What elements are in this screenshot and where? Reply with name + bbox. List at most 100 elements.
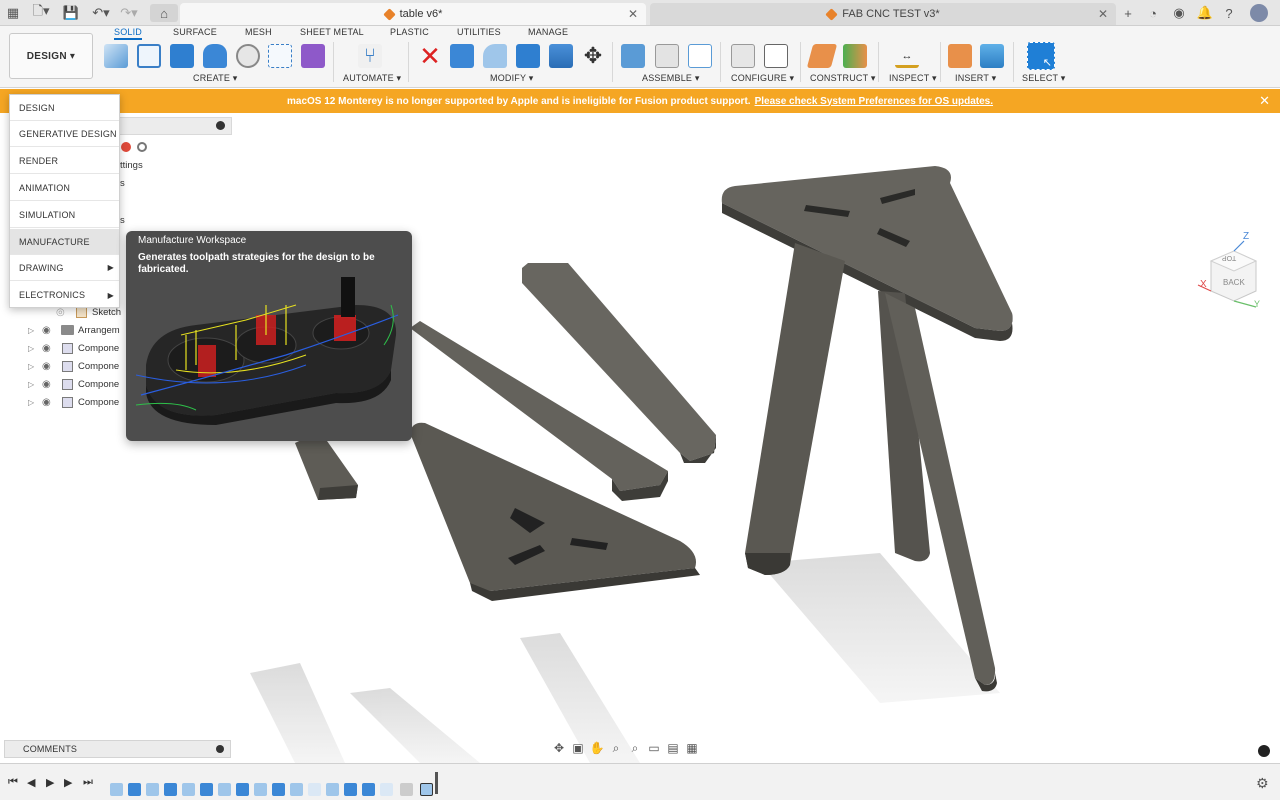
tab-solid[interactable]: SOLID (114, 27, 143, 40)
inspect-menu[interactable]: INSPECT ▾ (889, 73, 937, 84)
workspace-design[interactable]: DESIGN (10, 95, 119, 121)
move-icon[interactable]: ✥ (581, 44, 605, 68)
job-status-icon[interactable]: ◉ (1172, 4, 1186, 22)
extensions-icon[interactable]: ◔ (1146, 4, 1160, 22)
timeline-extrude-icon[interactable] (200, 783, 213, 796)
workspace-simulation[interactable]: SIMULATION (10, 202, 119, 228)
table-leg-left[interactable] (295, 431, 358, 500)
timeline-play-icon[interactable]: ▶ (46, 776, 54, 789)
help-icon[interactable]: ? (1222, 4, 1236, 22)
workspace-switcher-button[interactable]: DESIGN ▾ (9, 33, 93, 79)
timeline-next-icon[interactable]: ▶ (64, 776, 72, 789)
close-tab-icon[interactable]: ✕ (1098, 7, 1108, 21)
tab-table-v6[interactable]: table v6* ✕ (180, 3, 646, 25)
timeline-settings-icon[interactable]: ⚙ (1256, 775, 1269, 792)
workspace-manufacture[interactable]: MANUFACTURE (10, 229, 119, 255)
workspace-electronics[interactable]: ELECTRONICS ▶ (10, 282, 119, 308)
avatar[interactable] (1250, 4, 1268, 22)
timeline-prev-icon[interactable]: ◀ (27, 776, 35, 789)
app-grid-icon[interactable]: ▦ (6, 4, 20, 22)
construct-menu[interactable]: CONSTRUCT ▾ (810, 73, 876, 84)
timeline-sketch-icon[interactable] (218, 783, 231, 796)
expand-arrow-icon[interactable]: ▷ (28, 362, 42, 371)
close-banner-icon[interactable]: ✕ (1259, 93, 1270, 109)
home-icon[interactable]: ⌂ (150, 4, 178, 22)
table-leg-standing-left[interactable] (745, 243, 845, 575)
grid-settings-icon[interactable]: ▤ (665, 741, 681, 755)
timeline-extrude-icon[interactable] (128, 783, 141, 796)
browser-row-component[interactable]: ▷ ◉ Compone (28, 339, 119, 357)
visibility-eye-icon[interactable]: ◉ (42, 343, 58, 354)
visibility-eye-icon[interactable]: ◉ (42, 379, 58, 390)
fit-icon[interactable]: ⌕ (627, 741, 643, 755)
create-sketch-icon[interactable] (137, 44, 161, 68)
timeline-last-icon[interactable]: ⏭ (83, 776, 93, 789)
expand-arrow-icon[interactable]: ▷ (28, 326, 42, 335)
bill-of-materials-icon[interactable] (688, 44, 712, 68)
workspace-drawing[interactable]: DRAWING ▶ (10, 255, 119, 281)
timeline-extrude-icon[interactable] (362, 783, 375, 796)
timeline-sketch-icon[interactable] (110, 783, 123, 796)
pattern-icon[interactable] (268, 44, 292, 68)
visibility-eye-icon[interactable]: ◉ (42, 361, 58, 372)
view-cube[interactable]: Z X Y TOP BACK (1196, 231, 1266, 313)
tab-plastic[interactable]: PLASTIC (390, 27, 429, 37)
expand-arrow-icon[interactable]: ▷ (28, 398, 42, 407)
sketch-icon[interactable] (104, 44, 128, 68)
form-icon[interactable] (301, 44, 325, 68)
revolve-icon[interactable] (203, 44, 227, 68)
timeline-sketch-icon[interactable] (146, 783, 159, 796)
pan-icon[interactable]: ✋ (589, 741, 605, 755)
browser-panel-header[interactable] (110, 117, 232, 135)
expand-arrow-icon[interactable]: ▷ (28, 380, 42, 389)
measure-icon[interactable]: ↔ (895, 44, 919, 68)
press-pull-icon[interactable] (450, 44, 474, 68)
radio-icon[interactable] (137, 142, 147, 152)
undo-icon[interactable]: ↶▾ (90, 4, 112, 22)
zoom-icon[interactable]: ⌕ (608, 741, 624, 755)
assemble-menu[interactable]: ASSEMBLE ▾ (642, 73, 700, 84)
configure-icon[interactable] (731, 44, 755, 68)
chamfer-icon[interactable] (516, 44, 540, 68)
timeline-marker[interactable] (435, 772, 438, 794)
fillet-icon[interactable] (483, 44, 507, 68)
browser-row-component[interactable]: ▷ ◉ Compone (28, 357, 119, 375)
offset-plane-icon[interactable] (806, 44, 838, 68)
delete-icon[interactable]: ✕ (418, 43, 442, 69)
tab-sheet-metal[interactable]: SHEET METAL (300, 27, 364, 37)
look-at-icon[interactable]: ▣ (570, 741, 586, 755)
triangle-panel-lower[interactable] (410, 422, 700, 601)
tab-fab-cnc-test[interactable]: FAB CNC TEST v3* ✕ (650, 3, 1116, 25)
automate-icon[interactable]: ⑂ (358, 44, 382, 68)
browser-row-arrangement[interactable]: ▷ ◉ Arrangem (28, 321, 120, 339)
file-menu-icon[interactable]: 🗋▾ (30, 3, 52, 22)
new-tab-icon[interactable]: + (1121, 4, 1135, 22)
visibility-eye-icon[interactable]: ◉ (42, 397, 58, 408)
table-top[interactable] (721, 166, 1013, 341)
display-settings-icon[interactable]: ▭ (646, 741, 662, 755)
select-icon[interactable]: ↖ (1027, 42, 1055, 70)
workspace-render[interactable]: RENDER (10, 148, 119, 174)
configure-menu[interactable]: CONFIGURE ▾ (731, 73, 794, 84)
timeline-sketch-icon[interactable] (182, 783, 195, 796)
timeline-pattern-icon[interactable] (400, 783, 413, 796)
expand-arrow-icon[interactable]: ▷ (28, 344, 42, 353)
save-icon[interactable]: 💾 (63, 4, 79, 22)
timeline-sketch-icon[interactable] (290, 783, 303, 796)
close-tab-icon[interactable]: ✕ (628, 7, 638, 21)
workspace-animation[interactable]: ANIMATION (10, 175, 119, 201)
visibility-eye-icon[interactable]: ◉ (42, 325, 58, 336)
visibility-eye-icon[interactable]: ◎ (56, 307, 72, 318)
add-comment-icon[interactable] (216, 745, 224, 753)
tab-utilities[interactable]: UTILITIES (457, 27, 501, 37)
timeline-first-icon[interactable]: ⏮ (8, 776, 18, 789)
timeline-extrude-icon[interactable] (344, 783, 357, 796)
tab-surface[interactable]: SURFACE (173, 27, 217, 37)
insert-derive-icon[interactable] (948, 44, 972, 68)
automate-menu[interactable]: AUTOMATE ▾ (343, 73, 401, 84)
hole-icon[interactable] (236, 44, 260, 68)
joint-icon[interactable] (655, 44, 679, 68)
modify-menu[interactable]: MODIFY ▾ (490, 73, 533, 84)
browser-row-component[interactable]: ▷ ◉ Compone (28, 375, 119, 393)
orbit-icon[interactable]: ✥ (551, 741, 567, 755)
